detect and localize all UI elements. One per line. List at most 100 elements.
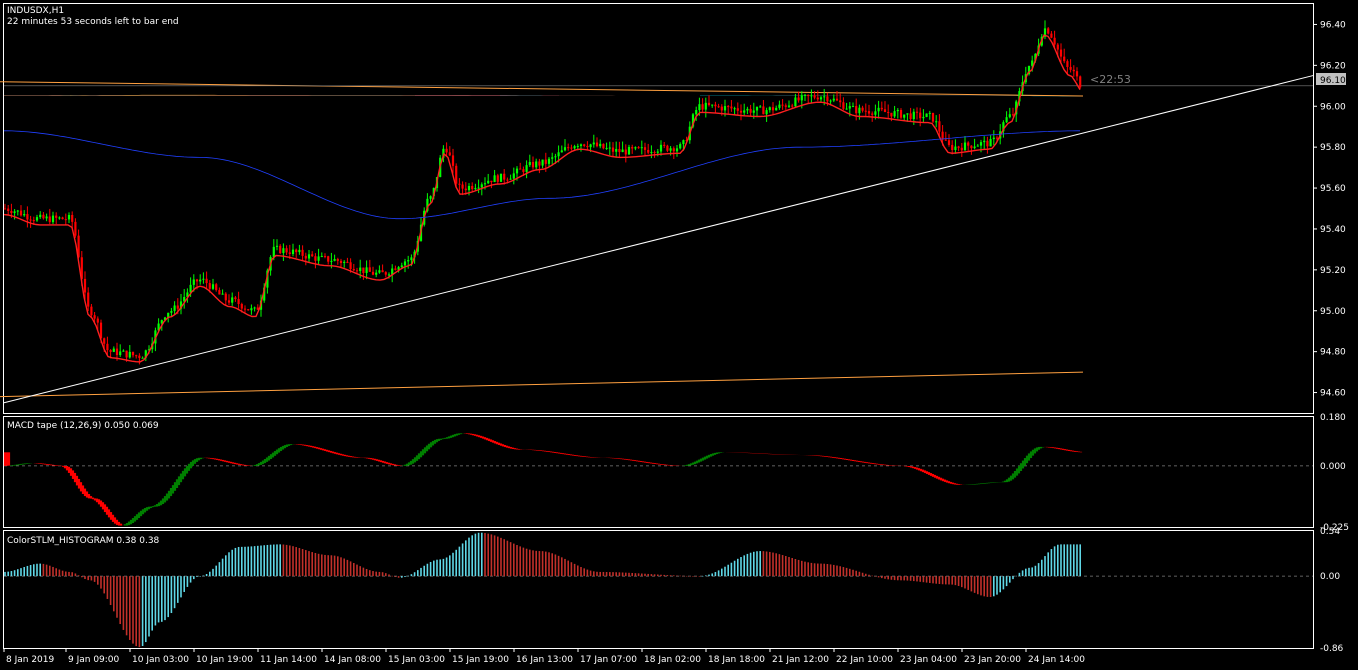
histogram-bar	[449, 555, 451, 577]
histogram-bar	[618, 572, 621, 577]
histogram-bar	[215, 565, 217, 577]
candle-body	[51, 215, 55, 223]
candle-body	[666, 145, 669, 151]
histogram-bar	[189, 576, 192, 583]
candle-body	[995, 137, 999, 139]
candle-body	[570, 147, 573, 149]
histogram-bar	[13, 570, 16, 577]
histogram-bar	[55, 568, 57, 577]
histogram-bar	[1025, 568, 1027, 577]
y-tick-label: 0.180	[1320, 413, 1346, 423]
histogram-bar	[385, 573, 387, 577]
histogram-bar	[324, 554, 326, 577]
candle-body	[451, 155, 455, 166]
candle-body	[503, 173, 506, 180]
x-tick-label: 21 Jan 12:00	[772, 655, 829, 665]
candle-body	[928, 112, 931, 114]
y-tick-label: 96.40	[1320, 20, 1346, 30]
histogram-bar	[433, 560, 435, 577]
histogram-bar	[561, 557, 563, 577]
candle-body	[522, 169, 525, 172]
candle-body	[963, 142, 967, 151]
histogram-bar	[298, 548, 301, 577]
candle-body	[887, 112, 890, 114]
candle-body	[791, 105, 794, 107]
y-tick-label: 95.40	[1320, 225, 1346, 235]
histogram-bar	[180, 576, 182, 598]
candle-body	[903, 114, 906, 118]
histogram-bar	[87, 576, 89, 581]
histogram-bar	[762, 551, 765, 577]
histogram-bar	[743, 555, 745, 577]
histogram-bar	[615, 572, 617, 577]
histogram-bar	[634, 573, 637, 577]
y-tick-label: 96.20	[1320, 61, 1346, 71]
histogram-bar	[852, 569, 854, 577]
candle-body	[275, 245, 279, 247]
histogram-bar	[682, 575, 685, 577]
candle-body	[1011, 114, 1015, 116]
histogram-bar	[913, 576, 915, 582]
candle-body	[483, 183, 487, 185]
histogram-bar	[429, 561, 432, 577]
candle-body	[880, 107, 883, 110]
candle-body	[1066, 61, 1069, 67]
candle-body	[349, 262, 352, 270]
histogram-bar	[436, 559, 438, 577]
histogram-bar	[791, 558, 793, 577]
histogram-bar	[961, 576, 963, 588]
candle-body	[490, 180, 493, 183]
candle-body	[746, 108, 749, 111]
candle-body	[826, 96, 829, 102]
candle-body	[819, 97, 823, 100]
candle-body	[627, 147, 631, 155]
candle-body	[202, 278, 205, 280]
candle-body	[122, 350, 125, 352]
candle-body	[563, 147, 567, 151]
candle-body	[624, 149, 627, 155]
y-tick-label: 0.000	[1320, 462, 1346, 472]
histogram-bar	[292, 546, 294, 577]
candle-body	[240, 304, 243, 309]
histogram-bar	[993, 576, 995, 597]
histogram-bar	[941, 576, 944, 585]
histogram-bar	[103, 576, 105, 594]
candle-body	[787, 105, 791, 107]
histogram-bar	[119, 576, 121, 625]
histogram-bar	[695, 576, 697, 577]
candle-body	[675, 148, 679, 152]
candle-body	[992, 137, 995, 140]
histogram-bar	[225, 555, 227, 577]
histogram-bar	[330, 555, 333, 577]
candle-body	[371, 271, 375, 275]
candle-body	[87, 292, 90, 307]
candle-body	[381, 270, 384, 273]
histogram-bar	[154, 576, 157, 626]
candle-body	[618, 148, 621, 153]
histogram-bar	[813, 563, 816, 577]
candle-body	[637, 147, 640, 149]
candle-body	[861, 107, 864, 111]
histogram-bar	[378, 571, 381, 577]
macd-y-axis: 0.1800.000-0.225	[1320, 413, 1349, 533]
histogram-bar	[708, 574, 710, 577]
candle-body	[474, 188, 477, 190]
candle-body	[973, 146, 976, 149]
histogram-bar	[967, 576, 969, 590]
candle-body	[330, 260, 333, 262]
histogram-bar	[964, 576, 966, 589]
histogram-bar	[897, 576, 899, 581]
candle-body	[919, 112, 922, 119]
histogram-bar	[340, 557, 342, 577]
histogram-bar	[817, 563, 819, 577]
histogram-bar	[724, 566, 726, 577]
histogram-bar	[714, 572, 717, 577]
histogram-bar	[250, 546, 253, 577]
histogram-bar	[474, 533, 477, 577]
histogram-bar	[231, 549, 233, 577]
histogram-bar	[359, 566, 361, 577]
candle-body	[682, 140, 685, 145]
candle-body	[621, 149, 624, 153]
histogram-bar	[855, 570, 857, 577]
histogram-bar	[932, 576, 934, 584]
